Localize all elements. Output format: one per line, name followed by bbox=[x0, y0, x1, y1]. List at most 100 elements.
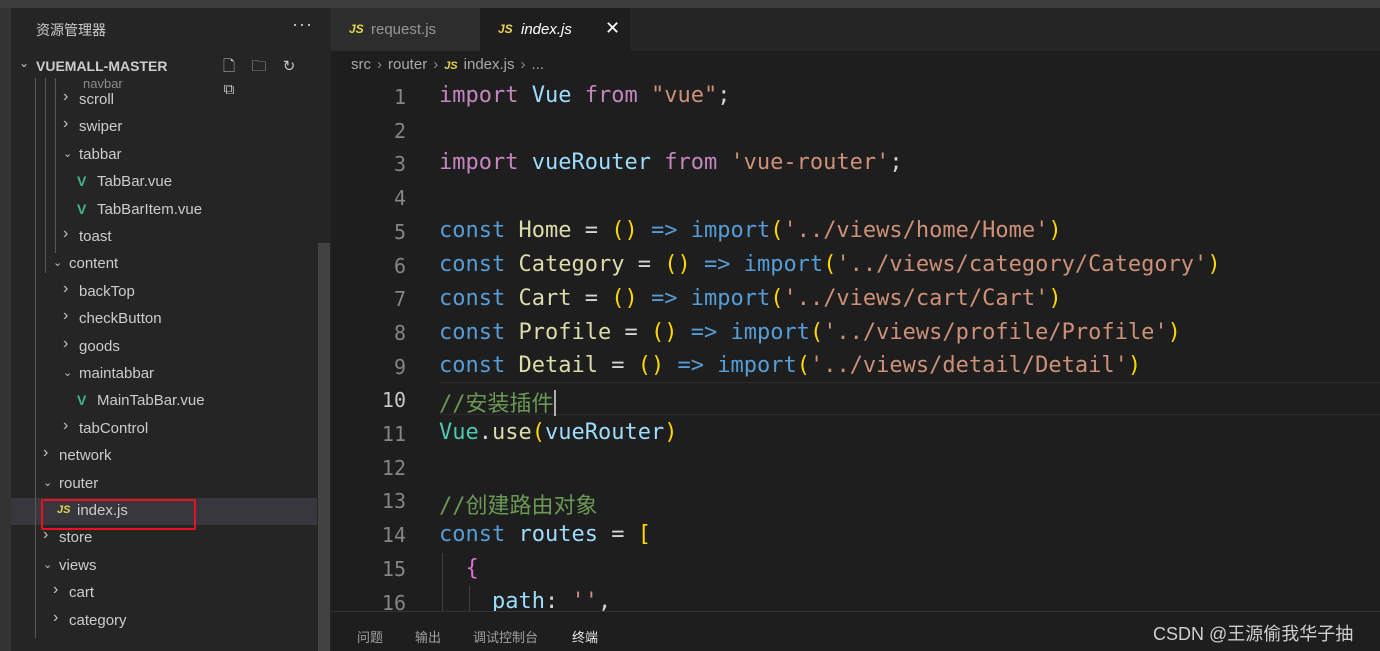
tree-item-network[interactable]: › network bbox=[11, 443, 317, 470]
tree-item-tabbaritem-vue[interactable]: V TabBarItem.vue bbox=[11, 197, 317, 224]
chevron-right-icon: › bbox=[63, 225, 69, 242]
line-number: 9 bbox=[393, 354, 406, 379]
tree-item-category[interactable]: › category bbox=[11, 608, 317, 635]
panel-tab-problems[interactable]: 问题 bbox=[357, 627, 383, 646]
code-line-8: const Profile = () => import('../views/p… bbox=[439, 320, 1181, 345]
chevron-right-icon: › bbox=[63, 307, 69, 325]
tree-item-toast[interactable]: › toast bbox=[11, 224, 317, 251]
tree-item-label: backTop bbox=[79, 282, 135, 300]
chevron-down-icon: ⌄ bbox=[63, 147, 73, 160]
tree-item-maintabbar-vue[interactable]: V MainTabBar.vue bbox=[11, 388, 317, 415]
panel-tab-debug-console[interactable]: 调试控制台 bbox=[473, 627, 538, 646]
tree-item-label: swiper bbox=[79, 118, 123, 136]
tree-item-tabbar[interactable]: ⌄ tabbar bbox=[11, 142, 317, 169]
code-line-11: Vue.use(vueRouter) bbox=[439, 420, 678, 445]
close-icon[interactable]: ✕ bbox=[605, 18, 620, 39]
breadcrumb: src › router › JS index.js ›... bbox=[351, 56, 544, 73]
explorer-actions: 🗋 🗀 ↻⧉ bbox=[214, 56, 331, 98]
code-line-9: const Detail = () => import('../views/de… bbox=[439, 353, 1142, 378]
tab-request-js[interactable]: JS request.js bbox=[331, 8, 480, 51]
tab-label: request.js bbox=[371, 21, 437, 38]
highlight-box bbox=[41, 499, 196, 530]
vue-file-icon: V bbox=[77, 392, 87, 409]
tree-item-swiper[interactable]: › swiper bbox=[11, 114, 317, 141]
tree-item-tabcontrol[interactable]: › tabControl bbox=[11, 416, 317, 443]
breadcrumb-router[interactable]: router bbox=[388, 56, 427, 73]
tree-indent-guide bbox=[55, 78, 56, 253]
code-line-6: const Category = () => import('../views/… bbox=[439, 252, 1221, 277]
new-file-icon[interactable]: 🗋 bbox=[214, 56, 244, 81]
chevron-right-icon: › bbox=[433, 56, 439, 73]
line-number: 5 bbox=[393, 219, 406, 244]
explorer-title: 资源管理器 bbox=[36, 22, 106, 38]
chevron-right-icon: › bbox=[43, 444, 49, 462]
panel-tab-output[interactable]: 输出 bbox=[415, 627, 441, 646]
tree-item-label: checkButton bbox=[79, 310, 162, 328]
tree-indent-guide bbox=[35, 78, 36, 638]
chevron-right-icon: › bbox=[63, 334, 69, 352]
tree-item-label: store bbox=[59, 529, 93, 547]
tree-item-cart[interactable]: › cart bbox=[11, 580, 317, 607]
code-editor[interactable]: 1 2 3 4 5 6 7 8 9 10 11 12 13 14 15 16 import Vue from … bbox=[331, 80, 1380, 611]
new-folder-icon[interactable]: 🗀 bbox=[244, 56, 274, 81]
tree-item-scroll[interactable]: › scroll bbox=[11, 87, 317, 114]
panel-tab-terminal[interactable]: 终端 bbox=[572, 627, 598, 646]
text-cursor bbox=[553, 390, 556, 416]
line-number: 10 bbox=[381, 388, 406, 413]
tree-item-label: tabbar bbox=[79, 145, 122, 163]
editor-tabbar: JS request.js JS index.js ✕ bbox=[331, 8, 1380, 51]
tree-item-label: router bbox=[59, 474, 99, 492]
sidebar-scrollbar[interactable] bbox=[318, 243, 330, 651]
line-number: 6 bbox=[393, 253, 406, 278]
chevron-right-icon: › bbox=[63, 416, 69, 434]
vue-file-icon: V bbox=[77, 200, 87, 217]
tree-item-label: goods bbox=[79, 337, 120, 355]
vue-file-icon: V bbox=[77, 173, 87, 190]
window-top-strip bbox=[0, 0, 1380, 8]
line-number: 7 bbox=[393, 287, 406, 312]
breadcrumb-src[interactable]: src bbox=[351, 56, 371, 73]
tree-item-label: scroll bbox=[79, 91, 115, 108]
line-number: 2 bbox=[393, 118, 406, 143]
refresh-icon[interactable]: ↻ bbox=[274, 57, 304, 75]
chevron-right-icon: › bbox=[63, 88, 69, 105]
chevron-down-icon: ⌄ bbox=[43, 558, 53, 571]
line-number: 15 bbox=[381, 556, 406, 581]
line-number: 4 bbox=[393, 186, 406, 211]
more-actions-icon[interactable]: ··· bbox=[292, 14, 313, 35]
tree-item-label: maintabbar bbox=[79, 365, 155, 382]
activity-bar bbox=[0, 8, 11, 651]
breadcrumb-file[interactable]: index.js bbox=[464, 56, 515, 73]
code-line-5: const Home = () => import('../views/home… bbox=[439, 218, 1062, 243]
line-number: 12 bbox=[381, 455, 406, 480]
code-line-13: //创建路由对象 bbox=[439, 494, 598, 519]
chevron-right-icon: › bbox=[377, 56, 382, 73]
breadcrumb-more[interactable]: ... bbox=[532, 56, 545, 73]
tree-item-goods[interactable]: › goods bbox=[11, 334, 317, 361]
project-name: VUEMALL-MASTER bbox=[36, 58, 168, 74]
code-line-3: import vueRouter from 'vue-router'; bbox=[439, 150, 903, 175]
tree-item-label: category bbox=[69, 611, 127, 629]
tree-item-views[interactable]: ⌄ views bbox=[11, 553, 317, 580]
tab-index-js[interactable]: JS index.js ✕ bbox=[480, 8, 630, 51]
chevron-down-icon: ⌄ bbox=[53, 257, 63, 270]
tree-item-label: views bbox=[59, 556, 97, 574]
chevron-down-icon: ⌄ bbox=[43, 476, 53, 489]
tree-item-label: toast bbox=[79, 228, 112, 245]
tree-item-label: tabControl bbox=[79, 419, 149, 437]
line-number: 14 bbox=[381, 523, 406, 548]
code-line-10: //安装插件 bbox=[439, 390, 556, 417]
code-line-14: const routes = [ bbox=[439, 522, 651, 547]
tree-item-label: cart bbox=[69, 584, 95, 602]
tree-item-backtop[interactable]: › backTop bbox=[11, 279, 317, 306]
tree-item-maintabbar[interactable]: ⌄ maintabbar bbox=[11, 361, 317, 388]
tree-item-checkbutton[interactable]: › checkButton bbox=[11, 306, 317, 333]
explorer-sidebar: 资源管理器 ··· ⌄ VUEMALL-MASTER 🗋 🗀 ↻⧉ navbar ›… bbox=[11, 8, 331, 651]
chevron-right-icon: › bbox=[53, 608, 59, 626]
tree-item-content[interactable]: ⌄ content bbox=[11, 251, 317, 278]
tree-item-tabbar-vue[interactable]: V TabBar.vue bbox=[11, 169, 317, 196]
watermark: CSDN @王源偷我华子抽 bbox=[1153, 624, 1354, 644]
code-line-15: { bbox=[465, 556, 479, 581]
line-number: 3 bbox=[393, 152, 406, 177]
tree-item-router[interactable]: ⌄ router bbox=[11, 471, 317, 498]
